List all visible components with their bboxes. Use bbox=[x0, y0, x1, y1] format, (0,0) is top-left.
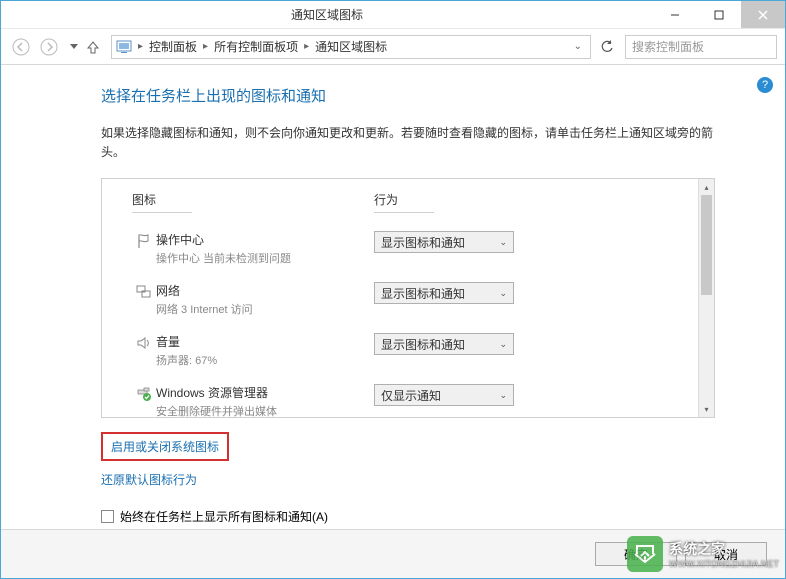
checkbox-label: 始终在任务栏上显示所有图标和通知(A) bbox=[120, 508, 328, 525]
breadcrumb[interactable]: ▸ 控制面板 ▸ 所有控制面板项 ▸ 通知区域图标 ⌄ bbox=[111, 35, 591, 59]
history-dropdown[interactable] bbox=[67, 35, 81, 59]
scroll-thumb[interactable] bbox=[701, 195, 712, 295]
chevron-down-icon: ⌄ bbox=[499, 390, 507, 401]
breadcrumb-item[interactable]: 控制面板 bbox=[145, 36, 201, 57]
chevron-down-icon: ⌄ bbox=[499, 288, 507, 299]
select-value: 显示图标和通知 bbox=[381, 234, 499, 251]
select-value: 显示图标和通知 bbox=[381, 336, 499, 353]
forward-button[interactable] bbox=[37, 35, 61, 59]
window-frame: 通知区域图标 bbox=[0, 0, 786, 579]
header-behavior-col: 行为 bbox=[374, 191, 434, 213]
list-inner: 图标 行为 操作中心 操作中心 当前未检测到问题 bbox=[102, 179, 698, 417]
select-value: 显示图标和通知 bbox=[381, 285, 499, 302]
search-placeholder: 搜索控制面板 bbox=[632, 38, 704, 55]
breadcrumb-dropdown[interactable]: ⌄ bbox=[570, 41, 586, 52]
chevron-down-icon: ⌄ bbox=[499, 237, 507, 248]
scroll-down-arrow[interactable]: ▾ bbox=[699, 401, 714, 417]
row-name: Windows 资源管理器 bbox=[156, 384, 374, 401]
refresh-button[interactable] bbox=[595, 35, 619, 59]
page-description: 如果选择隐藏图标和通知，则不会向你通知更改和更新。若要随时查看隐藏的图标，请单击… bbox=[31, 124, 755, 162]
behavior-select[interactable]: 仅显示通知 ⌄ bbox=[374, 384, 514, 406]
row-sub: 操作中心 当前未检测到问题 bbox=[156, 250, 374, 266]
flag-icon bbox=[132, 231, 156, 249]
watermark-sub: WWW.XITONGZHIJIA.NET bbox=[669, 559, 779, 569]
content-area: ? 选择在任务栏上出现的图标和通知 如果选择隐藏图标和通知，则不会向你通知更改和… bbox=[1, 65, 785, 529]
header-icon-col: 图标 bbox=[132, 191, 192, 213]
window-title: 通知区域图标 bbox=[1, 6, 653, 23]
scroll-up-arrow[interactable]: ▴ bbox=[699, 179, 714, 195]
search-input[interactable]: 搜索控制面板 bbox=[625, 35, 777, 59]
chevron-down-icon: ⌄ bbox=[499, 339, 507, 350]
list-row: 网络 网络 3 Internet 访问 显示图标和通知 ⌄ bbox=[132, 274, 668, 325]
chevron-icon: ▸ bbox=[304, 41, 309, 52]
always-show-checkbox-row: 始终在任务栏上显示所有图标和通知(A) bbox=[101, 508, 755, 525]
nav-arrows bbox=[9, 35, 61, 59]
control-panel-icon bbox=[116, 39, 132, 55]
row-sub: 扬声器: 67% bbox=[156, 352, 374, 368]
titlebar: 通知区域图标 bbox=[1, 1, 785, 29]
network-icon bbox=[132, 282, 156, 300]
page-title: 选择在任务栏上出现的图标和通知 bbox=[31, 85, 755, 106]
chevron-icon: ▸ bbox=[138, 41, 143, 52]
row-name: 音量 bbox=[156, 333, 374, 350]
row-name: 网络 bbox=[156, 282, 374, 299]
window-controls bbox=[653, 1, 785, 28]
highlight-box: 启用或关闭系统图标 bbox=[101, 432, 229, 461]
row-sub: 安全删除硬件并弹出媒体 bbox=[156, 403, 374, 417]
behavior-select[interactable]: 显示图标和通知 ⌄ bbox=[374, 231, 514, 253]
watermark: 系统之家 WWW.XITONGZHIJIA.NET bbox=[627, 536, 779, 572]
navbar: ▸ 控制面板 ▸ 所有控制面板项 ▸ 通知区域图标 ⌄ 搜索控制面板 bbox=[1, 29, 785, 65]
list-row: Windows 资源管理器 安全删除硬件并弹出媒体 仅显示通知 ⌄ bbox=[132, 376, 668, 417]
icon-list-container: 图标 行为 操作中心 操作中心 当前未检测到问题 bbox=[101, 178, 715, 418]
back-button[interactable] bbox=[9, 35, 33, 59]
help-icon[interactable]: ? bbox=[757, 77, 773, 93]
system-icons-link[interactable]: 启用或关闭系统图标 bbox=[111, 438, 219, 455]
links-section: 启用或关闭系统图标 还原默认图标行为 bbox=[101, 432, 755, 500]
watermark-text: 系统之家 bbox=[669, 539, 779, 559]
breadcrumb-item[interactable]: 通知区域图标 bbox=[311, 36, 391, 57]
behavior-select[interactable]: 显示图标和通知 ⌄ bbox=[374, 282, 514, 304]
list-rows: 操作中心 操作中心 当前未检测到问题 显示图标和通知 ⌄ bbox=[102, 223, 698, 417]
explorer-icon bbox=[132, 384, 156, 402]
close-button[interactable] bbox=[741, 1, 785, 28]
volume-icon bbox=[132, 333, 156, 351]
restore-defaults-link[interactable]: 还原默认图标行为 bbox=[101, 471, 197, 488]
list-row: 音量 扬声器: 67% 显示图标和通知 ⌄ bbox=[132, 325, 668, 376]
chevron-icon: ▸ bbox=[203, 41, 208, 52]
always-show-checkbox[interactable] bbox=[101, 510, 114, 523]
list-header: 图标 行为 bbox=[102, 179, 698, 223]
breadcrumb-item[interactable]: 所有控制面板项 bbox=[210, 36, 302, 57]
minimize-button[interactable] bbox=[653, 1, 697, 28]
maximize-button[interactable] bbox=[697, 1, 741, 28]
behavior-select[interactable]: 显示图标和通知 ⌄ bbox=[374, 333, 514, 355]
select-value: 仅显示通知 bbox=[381, 387, 499, 404]
scrollbar[interactable]: ▴ ▾ bbox=[698, 179, 714, 417]
up-button[interactable] bbox=[81, 35, 105, 59]
list-row: 操作中心 操作中心 当前未检测到问题 显示图标和通知 ⌄ bbox=[132, 223, 668, 274]
row-name: 操作中心 bbox=[156, 231, 374, 248]
row-sub: 网络 3 Internet 访问 bbox=[156, 301, 374, 317]
watermark-icon bbox=[627, 536, 663, 572]
